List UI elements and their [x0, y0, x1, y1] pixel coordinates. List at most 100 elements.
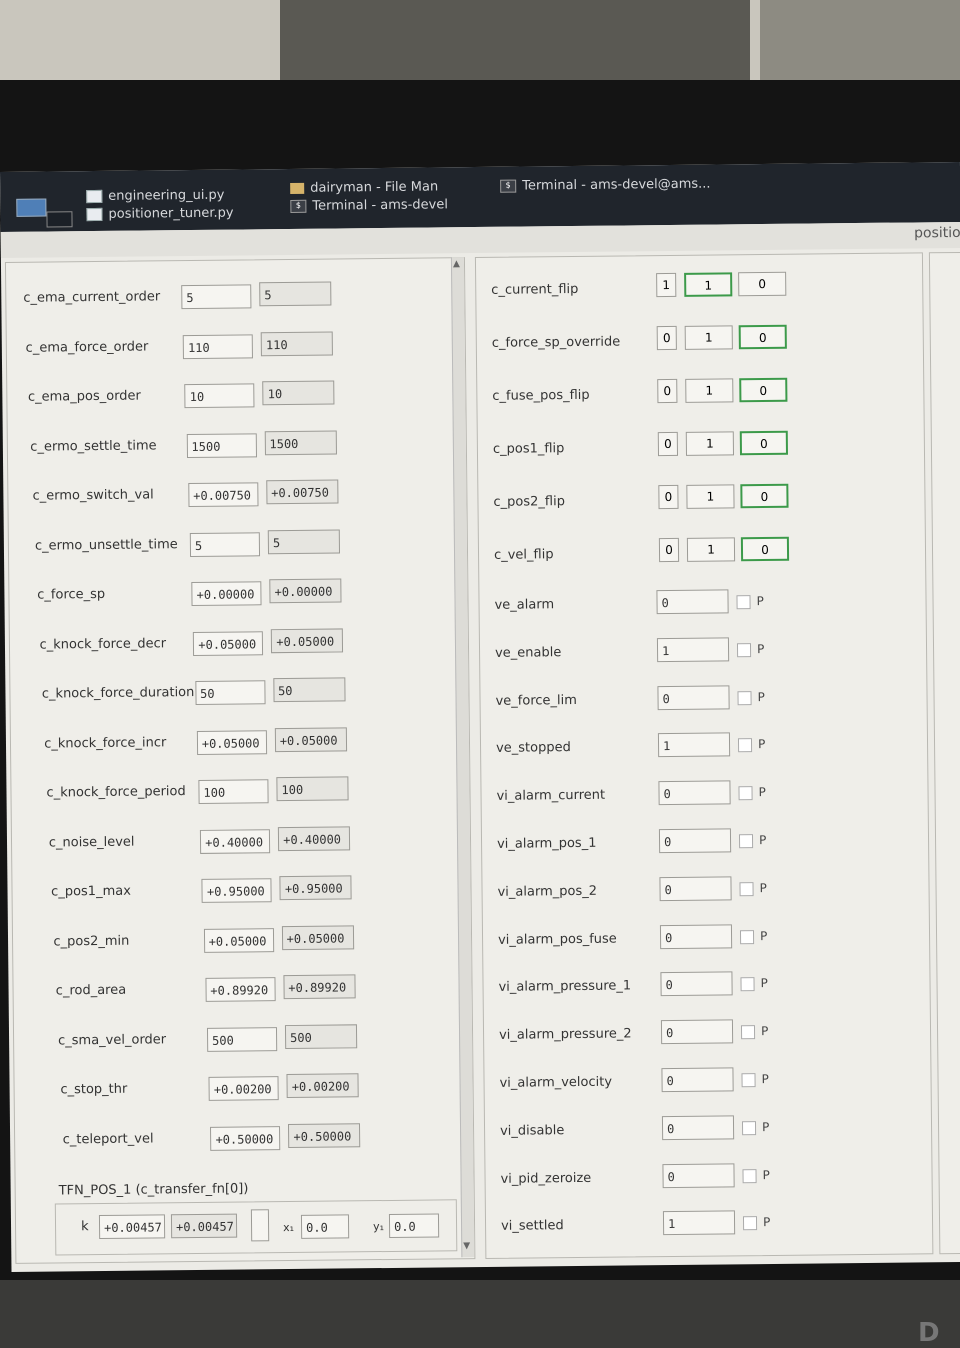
param-new-field[interactable]: 1500	[264, 429, 337, 455]
var-value-field[interactable]: 0	[659, 923, 733, 949]
flip-option-1-button[interactable]: 1	[684, 272, 733, 297]
var-label: vi_alarm_pressure_1	[498, 978, 632, 996]
param-new-field[interactable]: +0.00200	[286, 1073, 359, 1099]
param-current-field[interactable]: +0.05000	[196, 729, 267, 755]
var-value-field[interactable]: 0	[661, 1115, 735, 1140]
taskbar-item-engineering-ui[interactable]: engineering_ui.py	[86, 188, 225, 204]
param-new-field[interactable]: +0.89920	[283, 974, 356, 1000]
scroll-up-icon[interactable]: ▲	[453, 259, 460, 269]
var-p-checkbox[interactable]	[737, 738, 753, 753]
param-new-field[interactable]: +0.40000	[278, 825, 351, 851]
param-new-field[interactable]: +0.95000	[279, 875, 353, 901]
flip-option-0-button[interactable]: 0	[740, 483, 789, 509]
flip-option-1-button[interactable]: 1	[685, 378, 734, 403]
var-value-field[interactable]: 1	[657, 732, 731, 758]
var-value-field[interactable]: 0	[658, 780, 731, 806]
param-current-field[interactable]: +0.05000	[193, 630, 264, 656]
third-panel-edge	[928, 251, 960, 1255]
param-current-field[interactable]: 5	[181, 284, 252, 310]
param-current-field[interactable]: +0.00000	[191, 581, 262, 607]
var-p-checkbox[interactable]	[742, 1216, 758, 1231]
var-p-checkbox[interactable]	[738, 786, 753, 801]
param-label: c_knock_force_duration	[41, 684, 195, 702]
param-new-field[interactable]: 5	[259, 281, 332, 307]
param-new-field[interactable]: +0.05000	[281, 924, 354, 950]
param-new-field[interactable]: +0.00750	[266, 479, 339, 505]
param-current-field[interactable]: 1500	[186, 432, 257, 458]
var-p-label: P	[756, 641, 765, 656]
var-value-field[interactable]: 0	[658, 828, 732, 854]
param-new-field[interactable]: 10	[262, 380, 335, 406]
taskbar-item-file-manager[interactable]: dairyman - File Man	[290, 179, 438, 196]
tfn-k-new-field[interactable]: +0.00457	[170, 1213, 238, 1239]
var-p-checkbox[interactable]	[741, 1073, 756, 1088]
param-current-field[interactable]: +0.89920	[205, 977, 276, 1002]
var-p-checkbox[interactable]	[740, 1025, 756, 1040]
var-value-field[interactable]: 0	[660, 971, 733, 997]
flip-option-0-button[interactable]: 0	[738, 271, 787, 297]
param-current-field[interactable]: +0.00200	[208, 1076, 279, 1101]
param-new-field[interactable]: 5	[267, 528, 341, 554]
flip-option-0-button[interactable]: 0	[739, 430, 789, 456]
param-current-field[interactable]: +0.00750	[188, 482, 259, 508]
var-value-field[interactable]: 0	[662, 1162, 735, 1188]
var-value-field[interactable]: 1	[656, 637, 730, 662]
var-p-checkbox[interactable]	[741, 1120, 757, 1136]
scroll-down-icon[interactable]: ▼	[463, 1241, 470, 1251]
var-p-checkbox[interactable]	[738, 834, 754, 849]
tfn-k-current-field[interactable]: +0.00457	[98, 1214, 166, 1240]
flip-value-field: 0	[656, 325, 677, 351]
var-p-checkbox[interactable]	[739, 881, 754, 897]
param-current-field[interactable]: 5	[189, 531, 261, 557]
tfn-y-field[interactable]: 0.0	[388, 1213, 440, 1238]
var-value-field[interactable]: 0	[660, 1019, 734, 1045]
taskbar-item-label: dairyman - File Man	[310, 179, 439, 196]
var-p-checkbox[interactable]	[737, 690, 752, 705]
param-current-field[interactable]: 110	[182, 333, 254, 359]
tfn-x-label: x₁	[283, 1220, 295, 1235]
var-value-field[interactable]: 0	[656, 589, 729, 615]
param-new-field[interactable]: 50	[272, 677, 346, 703]
var-value-field[interactable]: 0	[661, 1067, 734, 1093]
taskbar-item-terminal-1[interactable]: $ Terminal - ams-devel	[290, 197, 448, 214]
var-p-checkbox[interactable]	[742, 1168, 757, 1183]
taskbar-item-positioner-tuner[interactable]: positioner_tuner.py	[86, 206, 234, 223]
param-current-field[interactable]: 100	[198, 779, 269, 804]
param-current-field[interactable]: 50	[194, 680, 266, 705]
param-new-field[interactable]: +0.00000	[269, 578, 342, 604]
var-p-checkbox[interactable]	[739, 929, 755, 944]
param-current-field[interactable]: 500	[206, 1026, 278, 1052]
workspace-1-button[interactable]	[16, 198, 47, 217]
var-p-checkbox[interactable]	[740, 977, 755, 992]
param-new-field[interactable]: +0.05000	[274, 726, 347, 752]
flip-label: c_current_flip	[491, 281, 579, 298]
param-current-field[interactable]: +0.40000	[200, 828, 271, 854]
flip-option-1-button[interactable]: 1	[686, 484, 735, 509]
param-new-field[interactable]: +0.05000	[271, 627, 344, 653]
var-value-field[interactable]: 0	[659, 876, 732, 901]
tfn-x-field[interactable]: 0.0	[300, 1214, 350, 1239]
taskbar-item-terminal-2[interactable]: $ Terminal - ams-devel@ams...	[500, 177, 711, 194]
workspace-2-button[interactable]	[46, 211, 73, 228]
var-p-label: P	[760, 1024, 769, 1039]
param-current-field[interactable]: +0.50000	[210, 1125, 281, 1151]
var-p-checkbox[interactable]	[736, 595, 751, 610]
tfn-title: TFN_POS_1 (c_transfer_fn[0])	[58, 1181, 249, 1199]
param-current-field[interactable]: 10	[184, 383, 255, 409]
param-new-field[interactable]: 500	[284, 1023, 358, 1049]
var-label: ve_enable	[494, 644, 562, 661]
param-current-field[interactable]: +0.95000	[201, 878, 273, 903]
flip-option-1-button[interactable]: 1	[686, 537, 736, 562]
var-p-checkbox[interactable]	[736, 642, 752, 658]
flip-option-1-button[interactable]: 1	[684, 325, 733, 350]
var-value-field[interactable]: 1	[662, 1210, 736, 1236]
flip-option-1-button[interactable]: 1	[685, 431, 735, 456]
param-new-field[interactable]: +0.50000	[288, 1122, 361, 1148]
flip-option-0-button[interactable]: 0	[740, 536, 790, 562]
param-current-field[interactable]: +0.05000	[203, 927, 274, 953]
flip-option-0-button[interactable]: 0	[738, 324, 787, 350]
param-new-field[interactable]: 100	[276, 776, 349, 802]
var-value-field[interactable]: 0	[657, 684, 730, 710]
param-new-field[interactable]: 110	[260, 331, 334, 356]
flip-option-0-button[interactable]: 0	[739, 377, 788, 403]
